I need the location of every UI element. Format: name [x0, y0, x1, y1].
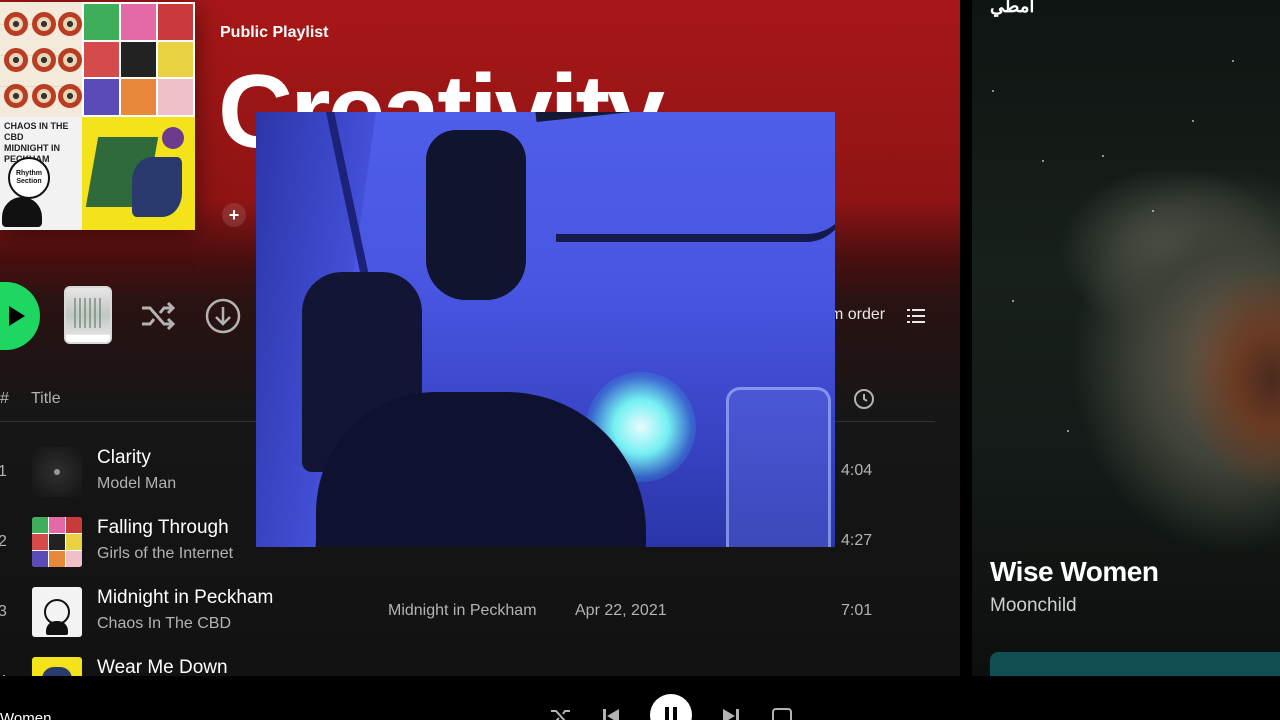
track-number: 1: [0, 463, 7, 480]
track-duration: 4:27: [841, 532, 873, 549]
track-album[interactable]: Midnight in Peckham: [388, 602, 537, 620]
play-icon: [9, 306, 25, 326]
panel-divider[interactable]: [960, 0, 972, 676]
sort-order-label[interactable]: m order: [830, 306, 885, 324]
track-duration: 4:04: [841, 462, 873, 479]
now-playing-title[interactable]: Wise Women: [990, 556, 1159, 588]
track-artwork: [32, 447, 82, 497]
player-bar: Women: [0, 676, 1280, 720]
column-number-header: #: [0, 390, 9, 407]
track-artwork: [32, 587, 82, 637]
play-button[interactable]: [0, 282, 40, 350]
track-artist[interactable]: Model Man: [97, 475, 176, 493]
cover-tile-eyes: [0, 2, 82, 117]
playlist-cover[interactable]: CHAOS IN THE CBD MIDNIGHT IN PECKHAM Rhy…: [0, 2, 195, 230]
cover-tile-yellow-art: [82, 117, 195, 230]
skip-forward-icon[interactable]: [719, 704, 743, 720]
microphone: [426, 130, 526, 300]
shuffle-icon[interactable]: [549, 704, 573, 720]
track-date-added: Apr 22, 2021: [575, 602, 667, 619]
track-row[interactable]: 3 Midnight in Peckham Chaos In The CBD M…: [0, 581, 935, 645]
list-view-icon[interactable]: [905, 305, 927, 327]
panel-header: امطي: [990, 0, 1035, 16]
rhythm-section-logo: Rhythm Section: [8, 157, 50, 199]
track-duration: 7:01: [841, 602, 873, 619]
now-playing-card[interactable]: [990, 652, 1280, 676]
track-artist[interactable]: Girls of the Internet: [97, 545, 233, 563]
track-title[interactable]: Midnight in Peckham: [97, 587, 273, 609]
cover-tile-rhythm-section: CHAOS IN THE CBD MIDNIGHT IN PECKHAM Rhy…: [0, 117, 82, 230]
cover-tag-text: CHAOS IN THE CBD MIDNIGHT IN PECKHAM: [4, 121, 69, 164]
track-artwork: [32, 657, 82, 676]
repeat-icon[interactable]: [770, 704, 794, 720]
pause-icon[interactable]: [650, 694, 692, 720]
track-number: 2: [0, 533, 7, 550]
webcam-overlay: [256, 112, 835, 547]
track-title[interactable]: Falling Through: [97, 517, 229, 539]
player-track-title[interactable]: Women: [0, 710, 51, 720]
track-title[interactable]: Clarity: [97, 447, 151, 469]
shuffle-icon[interactable]: [138, 296, 178, 336]
atlas-figure: [2, 197, 42, 227]
now-playing-artist[interactable]: Moonchild: [990, 595, 1077, 617]
now-playing-panel: امطي Wise Women Moonchild: [972, 0, 1280, 676]
add-collaborator-button[interactable]: +: [222, 203, 246, 227]
track-number: 3: [0, 603, 7, 620]
playlist-preview-thumbnail[interactable]: [64, 286, 112, 344]
playlist-type-label: Public Playlist: [220, 24, 329, 41]
track-artwork: [32, 517, 82, 567]
cover-tile-faces: [82, 2, 195, 117]
app-window: CHAOS IN THE CBD MIDNIGHT IN PECKHAM Rhy…: [0, 0, 1280, 720]
clock-icon: [854, 389, 874, 409]
track-title[interactable]: Wear Me Down: [97, 657, 228, 676]
track-artist[interactable]: Chaos In The CBD: [97, 615, 231, 633]
track-row[interactable]: 4 Wear Me Down: [0, 651, 935, 676]
column-title-header[interactable]: Title: [31, 390, 61, 408]
skip-back-icon[interactable]: [599, 704, 623, 720]
download-icon[interactable]: [203, 296, 243, 336]
